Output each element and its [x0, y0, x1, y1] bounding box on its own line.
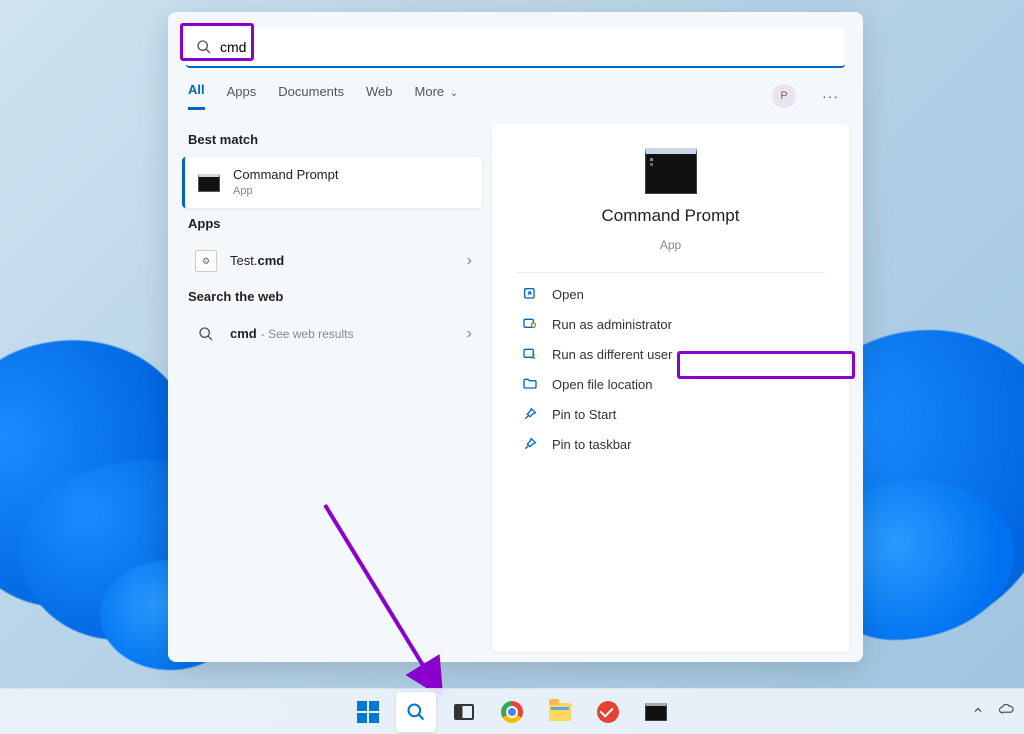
result-command-prompt[interactable]: Command Prompt App	[182, 157, 482, 208]
tab-all[interactable]: All	[188, 82, 205, 110]
action-open[interactable]: Open	[516, 279, 825, 309]
todoist-icon	[597, 701, 619, 723]
taskbar-file-explorer[interactable]	[540, 692, 580, 732]
taskbar-search-button[interactable]	[396, 692, 436, 732]
shield-admin-icon	[522, 316, 538, 332]
action-run-as-different-user[interactable]: Run as different user	[516, 339, 825, 369]
open-icon	[522, 286, 538, 302]
pin-icon	[522, 436, 538, 452]
chevron-down-icon: ⌄	[450, 88, 458, 99]
action-label: Pin to taskbar	[552, 437, 632, 452]
result-subtitle: App	[233, 184, 338, 198]
search-icon	[406, 702, 426, 722]
action-pin-to-start[interactable]: Pin to Start	[516, 399, 825, 429]
taskbar-terminal[interactable]	[636, 692, 676, 732]
task-view-button[interactable]	[444, 692, 484, 732]
terminal-icon	[645, 703, 667, 721]
start-button[interactable]	[348, 692, 388, 732]
result-title: cmd- See web results	[230, 326, 353, 343]
tab-web[interactable]: Web	[366, 84, 393, 109]
task-view-icon	[454, 704, 474, 720]
taskbar	[0, 688, 1024, 734]
search-scope-tabs: All Apps Documents Web More ⌄ P ···	[168, 68, 863, 110]
search-icon	[192, 322, 220, 346]
search-web-heading: Search the web	[182, 281, 482, 314]
chevron-right-icon: ›	[467, 252, 472, 270]
preview-actions: Open Run as administrator Run as differe…	[516, 272, 825, 459]
action-pin-to-taskbar[interactable]: Pin to taskbar	[516, 429, 825, 459]
action-run-as-administrator[interactable]: Run as administrator	[516, 309, 825, 339]
taskbar-chrome[interactable]	[492, 692, 532, 732]
tab-more[interactable]: More ⌄	[415, 84, 459, 109]
start-search-panel: All Apps Documents Web More ⌄ P ··· Best…	[168, 12, 863, 662]
user-switch-icon	[522, 346, 538, 362]
chrome-icon	[501, 701, 523, 723]
file-icon: ⚙	[192, 249, 220, 273]
action-label: Pin to Start	[552, 407, 616, 422]
action-open-file-location[interactable]: Open file location	[516, 369, 825, 399]
result-test-cmd[interactable]: ⚙ Test.cmd ›	[182, 241, 482, 281]
action-label: Open file location	[552, 377, 652, 392]
chevron-up-icon	[972, 704, 984, 716]
windows-logo-icon	[357, 701, 379, 723]
preview-subtitle: App	[660, 238, 681, 252]
tray-overflow-button[interactable]	[972, 704, 984, 719]
preview-title: Command Prompt	[602, 206, 740, 226]
tab-apps[interactable]: Apps	[227, 84, 257, 109]
action-label: Run as different user	[552, 347, 672, 362]
user-avatar[interactable]: P	[772, 84, 796, 108]
result-title: Command Prompt	[233, 167, 338, 184]
tab-more-label: More	[415, 84, 445, 99]
command-prompt-icon	[645, 148, 697, 194]
action-label: Open	[552, 287, 584, 302]
pin-icon	[522, 406, 538, 422]
action-label: Run as administrator	[552, 317, 672, 332]
command-prompt-icon	[195, 171, 223, 195]
result-title: Test.cmd	[230, 253, 284, 270]
search-bar[interactable]	[186, 28, 845, 68]
result-web-search[interactable]: cmd- See web results ›	[182, 314, 482, 354]
chevron-right-icon: ›	[467, 325, 472, 343]
apps-heading: Apps	[182, 208, 482, 241]
search-icon	[196, 39, 212, 55]
folder-icon	[522, 376, 538, 392]
file-explorer-icon	[549, 703, 571, 721]
more-options-button[interactable]: ···	[818, 88, 843, 104]
system-tray	[972, 688, 1016, 734]
results-column: Best match Command Prompt App Apps ⚙ Tes…	[182, 124, 482, 652]
onedrive-tray-icon[interactable]	[998, 703, 1016, 720]
taskbar-todoist[interactable]	[588, 692, 628, 732]
search-input[interactable]	[220, 39, 835, 55]
best-match-heading: Best match	[182, 124, 482, 157]
tab-documents[interactable]: Documents	[278, 84, 344, 109]
preview-pane: Command Prompt App Open Run as administr…	[492, 124, 849, 652]
